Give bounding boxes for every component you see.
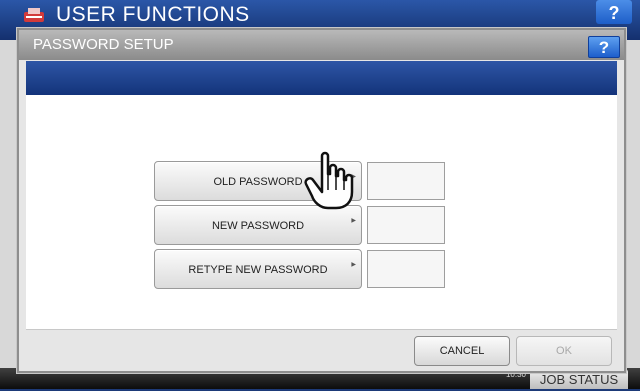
dialog-message-bar: [26, 61, 617, 95]
retype-new-password-button[interactable]: RETYPE NEW PASSWORD ▶: [154, 249, 362, 289]
ok-button[interactable]: OK: [516, 336, 612, 366]
cancel-button[interactable]: CANCEL: [414, 336, 510, 366]
retype-new-password-label: RETYPE NEW PASSWORD: [188, 264, 328, 276]
background-help-button[interactable]: ?: [596, 0, 632, 24]
hand-pointer-icon: [300, 150, 360, 210]
dialog-title: PASSWORD SETUP: [33, 36, 174, 53]
background-title: USER FUNCTIONS: [56, 3, 250, 26]
old-password-label: OLD PASSWORD: [213, 176, 303, 188]
arrow-icon: ▶: [351, 262, 356, 268]
retype-new-password-field[interactable]: [367, 250, 445, 288]
dialog-help-button[interactable]: ?: [588, 36, 620, 58]
new-password-button[interactable]: NEW PASSWORD ▶: [154, 205, 362, 245]
background-left-panel: [0, 40, 16, 389]
user-functions-icon: [22, 6, 50, 24]
background-right-panel: [624, 40, 640, 389]
new-password-field[interactable]: [367, 206, 445, 244]
dialog-content: OLD PASSWORD ▶ NEW PASSWORD ▶ RETYPE NEW…: [26, 95, 617, 330]
old-password-field[interactable]: [367, 162, 445, 200]
new-password-label: NEW PASSWORD: [211, 220, 305, 232]
